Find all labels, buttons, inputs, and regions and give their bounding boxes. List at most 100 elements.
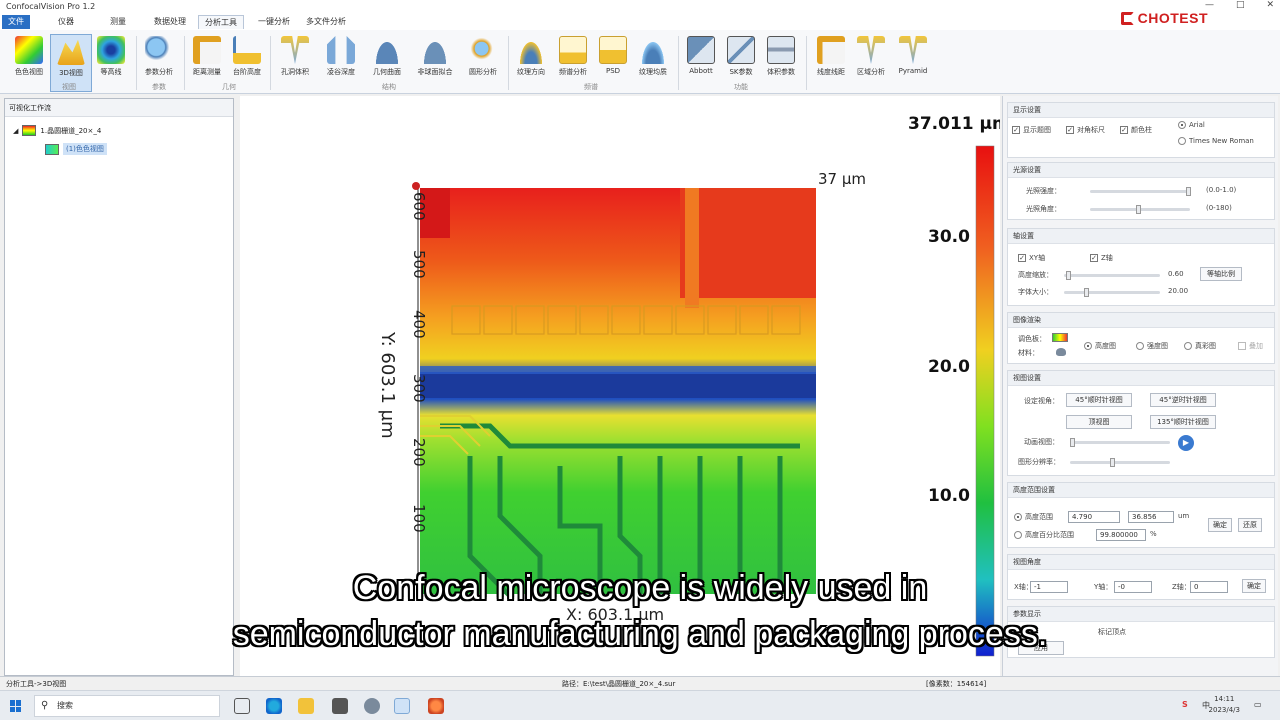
volume-params-button[interactable]: 体积参数: [760, 34, 802, 92]
tab-file[interactable]: 文件: [2, 15, 30, 29]
view-45-cw-button[interactable]: 45°顺时针视图: [1066, 393, 1132, 407]
palette-label: 调色板：: [1018, 335, 1046, 343]
font-size-slider[interactable]: [1064, 288, 1160, 297]
tree-item-child[interactable]: (1)色色视图: [45, 143, 107, 155]
notification-icon[interactable]: ▭: [1254, 700, 1262, 709]
height-scale-value: 0.60: [1168, 270, 1184, 278]
system-clock[interactable]: 14:11 2023/4/3: [1209, 694, 1240, 716]
calculator-icon[interactable]: [332, 698, 348, 714]
texture-direction-button[interactable]: 纹理方向: [510, 34, 552, 92]
height-confirm-button[interactable]: 确定: [1208, 518, 1232, 532]
color-map-button[interactable]: 色色视图: [8, 34, 50, 92]
abbott-button[interactable]: Abbott: [680, 34, 722, 92]
surface-feature: [680, 188, 816, 298]
task-view-icon[interactable]: [234, 698, 250, 714]
volume-params-icon: [767, 36, 795, 64]
y-tick-label: 600: [410, 192, 428, 221]
font-times-radio[interactable]: Times New Roman: [1178, 137, 1254, 145]
slider-knob[interactable]: [1186, 187, 1191, 196]
show-colorbar-checkbox[interactable]: ✓ 颜色柱: [1120, 125, 1152, 135]
view-angle-label: 设定视角：: [1024, 397, 1059, 405]
tab-data-processing[interactable]: 数据处理: [148, 15, 192, 29]
subtitle-line-1: Confocal microscope is widely used in: [352, 569, 928, 607]
psd-button[interactable]: PSD: [592, 34, 634, 92]
play-icon[interactable]: ▶: [1178, 435, 1194, 451]
browser-icon[interactable]: [428, 698, 444, 714]
light-intensity-slider[interactable]: [1090, 187, 1191, 196]
tab-one-click-analysis[interactable]: 一键分析: [252, 15, 296, 29]
mode-height-radio[interactable]: 高度图: [1084, 341, 1116, 351]
height-percent-radio[interactable]: 高度百分比范围: [1014, 530, 1074, 540]
equal-ratio-button[interactable]: 等轴比例: [1200, 267, 1242, 281]
slider-knob[interactable]: [1066, 271, 1071, 280]
checkbox-icon: ✓: [1066, 126, 1074, 134]
tab-measure[interactable]: 测量: [104, 15, 132, 29]
circle-analysis-button[interactable]: 圆形分析: [462, 34, 504, 92]
mode-color-radio[interactable]: 真彩图: [1184, 341, 1216, 351]
button-label: 3D视图: [59, 69, 83, 77]
height-range-radio[interactable]: 高度范围: [1014, 512, 1053, 522]
spectrum-analysis-icon: [559, 36, 587, 64]
button-label: 台阶高度: [233, 68, 261, 76]
texture-isotropy-button[interactable]: 纹理均质: [632, 34, 674, 92]
slider-knob[interactable]: [1084, 288, 1089, 297]
radio-icon: [1014, 531, 1022, 539]
sogou-ime-icon[interactable]: S: [1182, 700, 1188, 709]
animation-slider[interactable]: [1070, 438, 1170, 447]
taskbar-search-input[interactable]: ⚲ 搜索: [34, 695, 220, 717]
top-view-button[interactable]: 顶视图: [1066, 415, 1132, 429]
pyramid-button[interactable]: Pyramid: [892, 34, 934, 92]
material-label: 材料：: [1018, 349, 1039, 357]
maximize-button[interactable]: □: [1236, 0, 1245, 10]
z-corner-label: 37 µm: [818, 170, 866, 188]
minimize-button[interactable]: —: [1205, 0, 1214, 10]
show-title-checkbox[interactable]: ✓ 显示题图: [1012, 125, 1051, 135]
height-max-input[interactable]: 36.856: [1128, 511, 1174, 523]
xy-axis-checkbox[interactable]: ✓ XY轴: [1018, 253, 1045, 263]
tab-analysis-tools[interactable]: 分析工具: [198, 15, 244, 29]
slider-knob[interactable]: [1110, 458, 1115, 467]
window-controls: — □ ✕: [1205, 0, 1274, 10]
height-reset-button[interactable]: 还原: [1238, 518, 1262, 532]
height-percent-input[interactable]: 99.800000: [1096, 529, 1146, 541]
tree-item-root[interactable]: ◢ 1.晶圆栅道_20×_4: [13, 125, 101, 136]
show-scale-checkbox[interactable]: ✓ 对角标尺: [1066, 125, 1105, 135]
close-button[interactable]: ✕: [1266, 0, 1274, 10]
region-analysis-button[interactable]: 区域分析: [850, 34, 892, 92]
hole-volume-button[interactable]: 孔洞体积: [274, 34, 316, 92]
app-icon[interactable]: [364, 698, 380, 714]
z-axis-checkbox[interactable]: ✓ Z轴: [1090, 253, 1113, 263]
palette-swatch[interactable]: [1052, 333, 1068, 342]
height-scale-slider[interactable]: [1064, 271, 1160, 280]
line-spacing-button[interactable]: 线度线距: [810, 34, 852, 92]
light-angle-slider[interactable]: [1090, 205, 1190, 214]
confocal-app-icon[interactable]: [394, 698, 410, 714]
overlay-checkbox[interactable]: 叠加: [1238, 341, 1263, 351]
slider-knob[interactable]: [1070, 438, 1075, 447]
edge-browser-icon[interactable]: [266, 698, 282, 714]
view-45-ccw-button[interactable]: 45°逆时针视图: [1150, 393, 1216, 407]
surface-feature: [685, 188, 699, 308]
group-label: 结构: [382, 83, 396, 91]
file-explorer-icon[interactable]: [298, 698, 314, 714]
windows-start-icon[interactable]: [10, 700, 22, 712]
view-135-cw-button[interactable]: 135°顺时针视图: [1150, 415, 1216, 429]
contour-button[interactable]: 等高线: [90, 34, 132, 92]
mode-intensity-radio[interactable]: 强度图: [1136, 341, 1168, 351]
circle-analysis-icon: [469, 36, 497, 64]
aspheric-fit-button[interactable]: 非球面拟合: [414, 34, 456, 92]
collapse-icon[interactable]: ◢: [13, 127, 18, 135]
tab-instrument[interactable]: 仪器: [52, 15, 80, 29]
material-icon[interactable]: [1056, 348, 1066, 356]
tab-multi-file-analysis[interactable]: 多文件分析: [300, 15, 352, 29]
divider: [270, 36, 271, 90]
slider-knob[interactable]: [1136, 205, 1141, 214]
resolution-slider[interactable]: [1070, 458, 1170, 467]
radio-icon: [1178, 137, 1186, 145]
y-tick-label: 400: [410, 310, 428, 339]
font-arial-radio[interactable]: Arial: [1178, 121, 1205, 129]
checkbox-icon: ✓: [1018, 254, 1026, 262]
valley-depth-button[interactable]: 凌谷深度: [320, 34, 362, 92]
height-min-input[interactable]: 4.790: [1068, 511, 1120, 523]
section-title: 轴设置: [1008, 229, 1274, 244]
